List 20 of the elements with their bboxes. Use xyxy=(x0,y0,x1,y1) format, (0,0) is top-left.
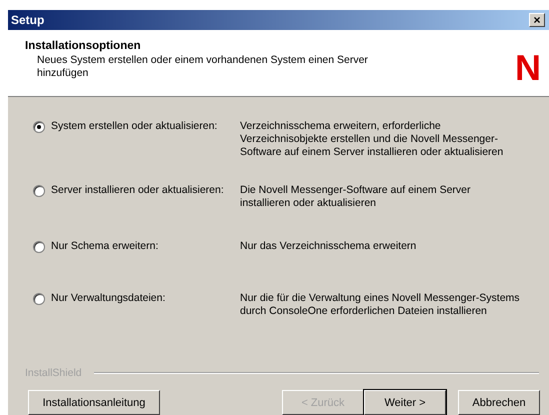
option-label[interactable]: System erstellen oder aktualisieren: xyxy=(51,120,239,133)
option-description: Nur die für die Verwaltung eines Novell Messenger-Systems durch ConsoleOne erforderlichen Dateien installieren xyxy=(240,292,520,318)
page-title: Installationsoptionen xyxy=(25,40,142,52)
option-label[interactable]: Server installieren oder aktualisieren: xyxy=(51,184,239,197)
option-description: Nur das Verzeichnisschema erweitern xyxy=(240,240,418,253)
logo: N xyxy=(515,50,541,86)
dialog-button[interactable]: Weiter > xyxy=(364,390,446,415)
radio-button[interactable] xyxy=(33,293,45,305)
option-label[interactable]: Nur Schema erweitern: xyxy=(51,240,239,253)
radio-button[interactable] xyxy=(33,185,45,197)
option-label[interactable]: Nur Verwaltungsdateien: xyxy=(51,292,239,305)
window-title: Setup xyxy=(11,13,44,27)
option-description: Verzeichnisschema erweitern, erforderliche Verzeichnisobjekte erstellen und die Novell Messenger-Software auf einem Server installieren oder aktualisieren xyxy=(240,120,504,159)
close-button[interactable]: × xyxy=(529,13,545,27)
radio-button[interactable] xyxy=(33,121,45,133)
option-description: Die Novell Messenger-Software auf einem Server installieren oder aktualisieren xyxy=(240,184,472,210)
dialog-button[interactable]: Abbrechen xyxy=(458,390,540,415)
radio-button[interactable] xyxy=(33,241,45,253)
page-subtitle: Neues System erstellen oder einem vorhandenen System einen Server hinzufügen xyxy=(36,54,369,80)
dialog-button[interactable]: Installationsanleitung xyxy=(28,390,160,415)
